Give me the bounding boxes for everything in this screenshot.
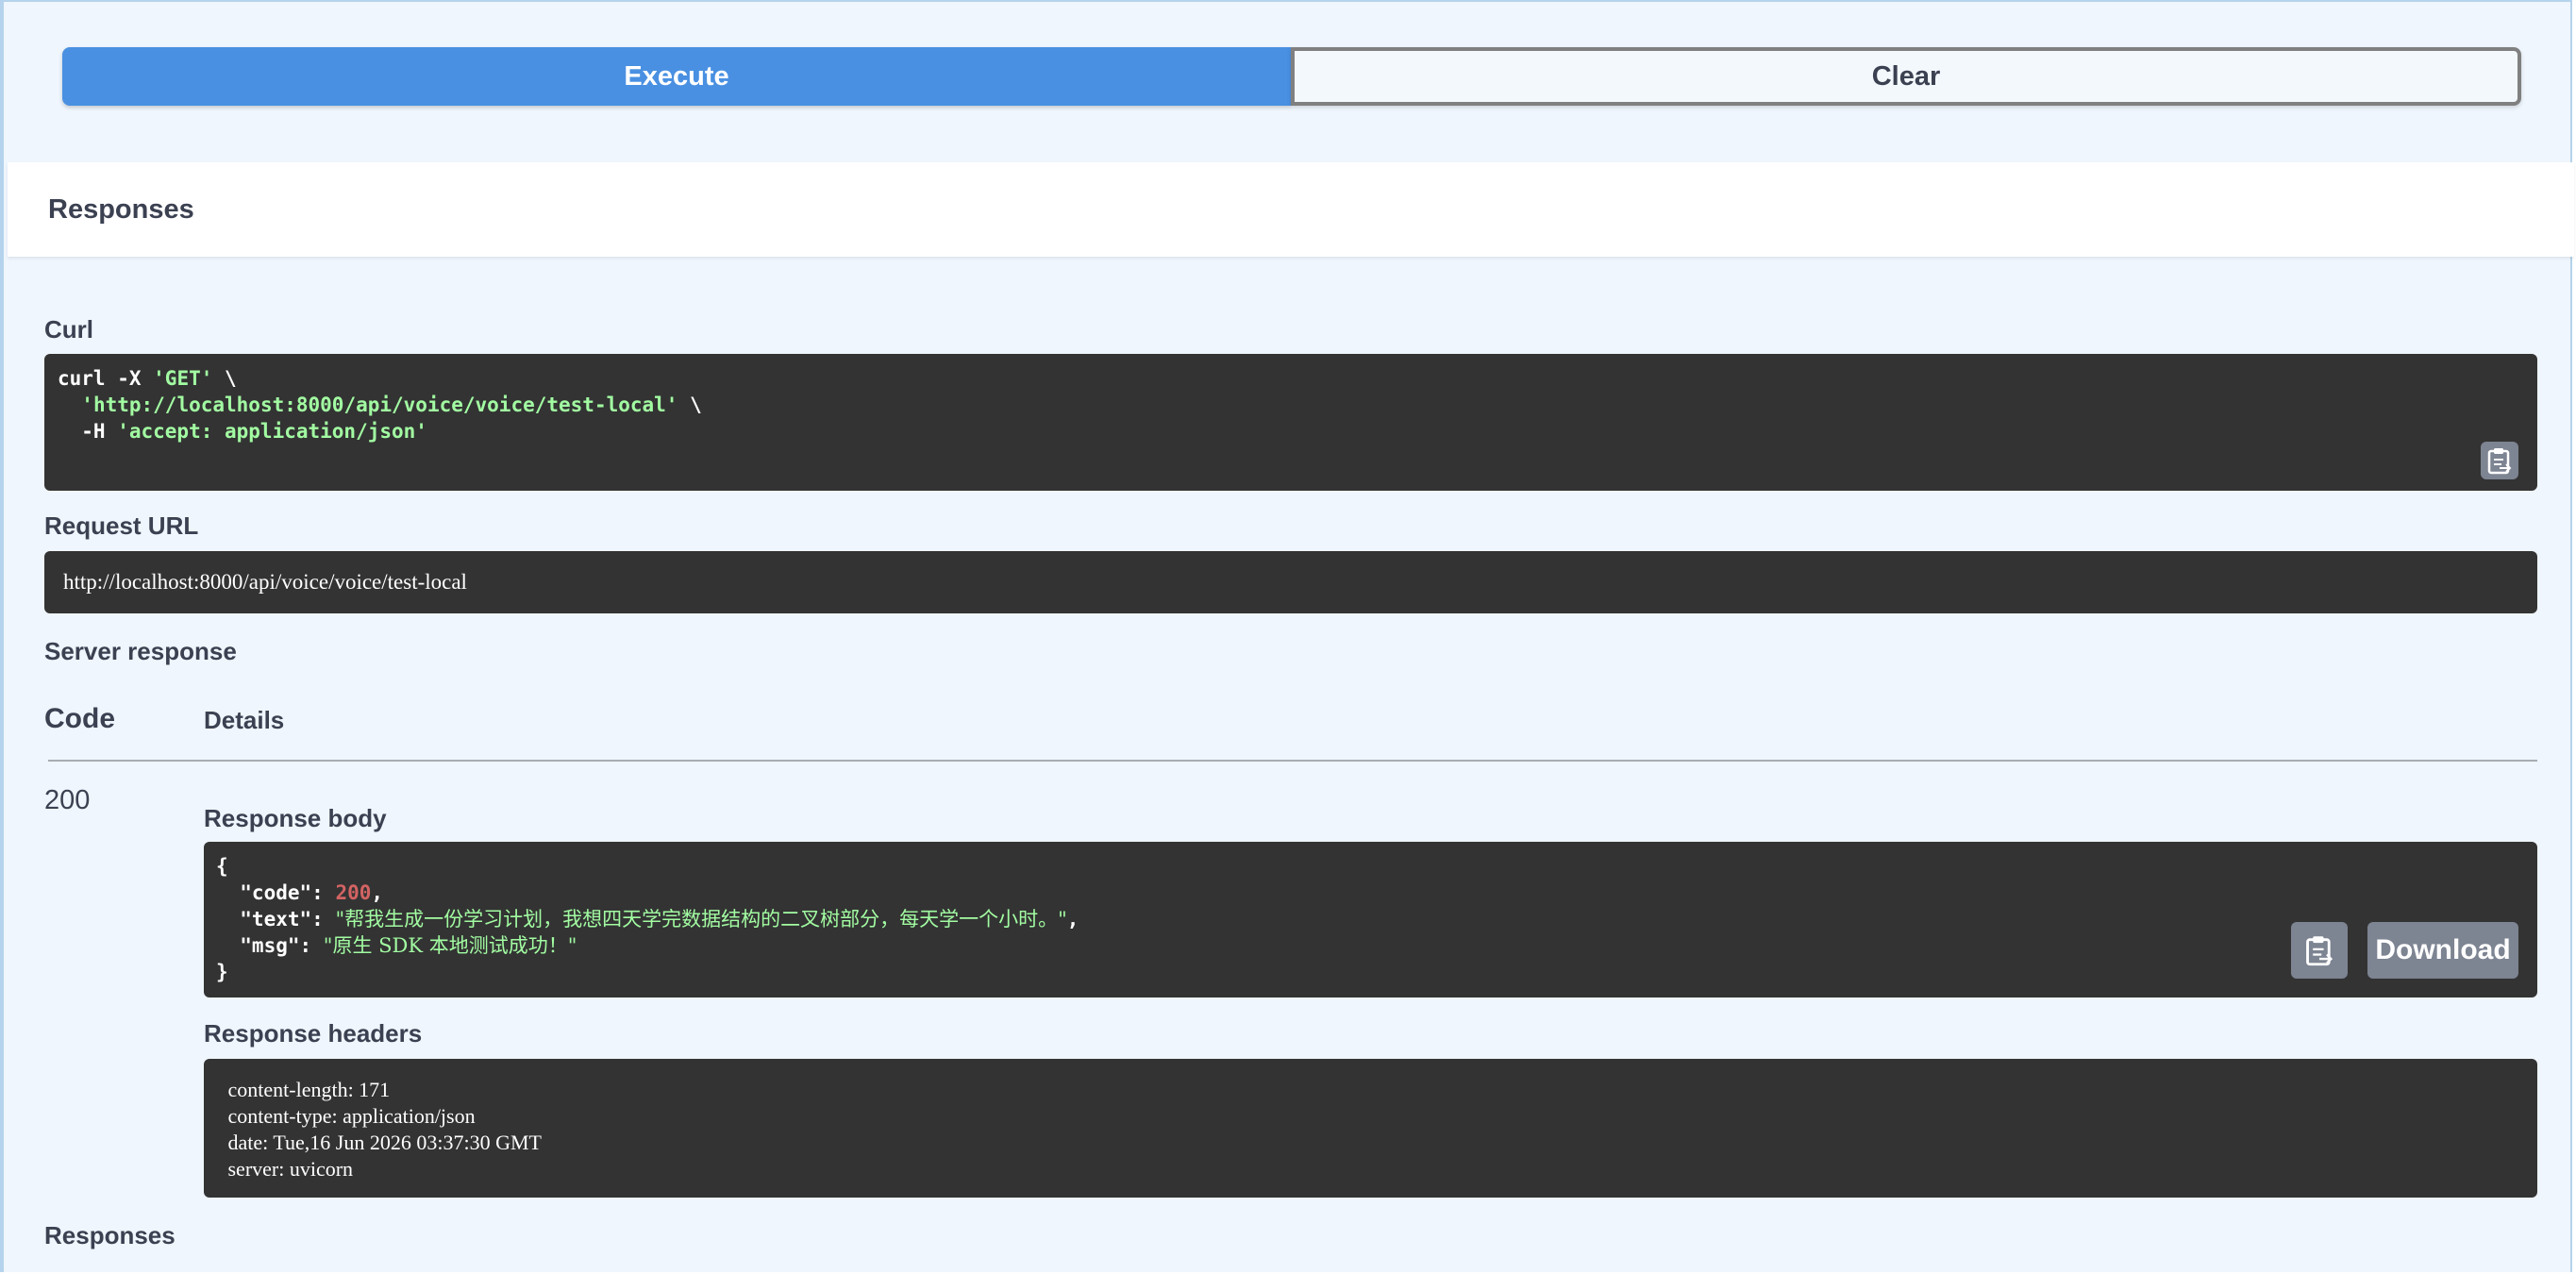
server-response-label: Server response — [44, 637, 237, 665]
code-column-header: Code — [44, 703, 115, 734]
json-key-msg: "msg": — [216, 934, 324, 957]
responses-title: Responses — [48, 194, 194, 225]
curl-cmd: curl -X — [58, 367, 154, 390]
curl-label: Curl — [44, 315, 93, 344]
curl-code: curl -X 'GET' \ 'http://localhost:8000/a… — [58, 365, 702, 444]
json-brace: } — [216, 961, 228, 983]
header-server: server: uvicorn — [223, 1157, 359, 1181]
curl-url: 'http://localhost:8000/api/voice/voice/t… — [81, 394, 678, 416]
response-body-json: { "code": 200, "text": "帮我生成一份学习计划，我想四天学… — [216, 853, 1079, 985]
json-value-text: "帮我生成一份学习计划，我想四天学完数据结构的二叉树部分，每天学一个小时。" — [335, 908, 1067, 930]
clipboard-copy-icon — [2306, 936, 2333, 966]
request-url-block: http://localhost:8000/api/voice/voice/te… — [44, 551, 2537, 613]
response-headers-label: Response headers — [204, 1019, 423, 1048]
clipboard-copy-icon — [2487, 448, 2512, 475]
response-body-block: { "code": 200, "text": "帮我生成一份学习计划，我想四天学… — [204, 842, 2537, 997]
execute-button[interactable]: Execute — [62, 47, 1291, 106]
response-headers-block: content-length: 171 content-type: applic… — [204, 1059, 2537, 1198]
download-button[interactable]: Download — [2367, 922, 2518, 979]
copy-response-body-button[interactable] — [2291, 922, 2348, 979]
json-key-text: "text": — [216, 908, 336, 930]
response-body-label: Response body — [204, 804, 387, 832]
curl-header-flag: -H — [58, 420, 118, 443]
curl-continuation: \ — [677, 394, 702, 416]
details-column-header: Details — [204, 706, 285, 734]
header-content-length: content-length: 171 — [223, 1078, 395, 1101]
json-brace: { — [216, 855, 228, 878]
json-value-msg: "原生 SDK 本地测试成功！" — [323, 934, 577, 957]
json-comma: , — [1066, 908, 1079, 930]
clear-button[interactable]: Clear — [1291, 47, 2521, 106]
json-value-code: 200 — [335, 881, 372, 904]
responses-bottom-title: Responses — [44, 1221, 176, 1249]
curl-continuation: \ — [212, 367, 237, 390]
response-headers-list: content-length: 171 content-type: applic… — [223, 1077, 546, 1182]
responses-section-header: Responses — [8, 162, 2574, 257]
json-comma: , — [371, 881, 384, 904]
table-header-divider — [48, 760, 2537, 762]
curl-method: 'GET' — [153, 367, 213, 390]
response-status-code: 200 — [44, 785, 91, 815]
curl-indent — [58, 394, 81, 416]
header-content-type: content-type: application/json — [223, 1104, 481, 1128]
swagger-operation-panel: Execute Clear Responses Curl curl -X 'GE… — [0, 0, 2574, 1272]
json-key-code: "code": — [216, 881, 336, 904]
curl-header-value: 'accept: application/json' — [117, 420, 427, 443]
header-date: date: Tue,16 Jun 2026 03:37:30 GMT — [223, 1131, 547, 1154]
execute-clear-group: Execute Clear — [62, 47, 2521, 106]
request-url-value: http://localhost:8000/api/voice/voice/te… — [63, 570, 467, 594]
curl-code-block: curl -X 'GET' \ 'http://localhost:8000/a… — [44, 354, 2537, 491]
copy-curl-button[interactable] — [2481, 442, 2518, 479]
request-url-label: Request URL — [44, 511, 199, 540]
